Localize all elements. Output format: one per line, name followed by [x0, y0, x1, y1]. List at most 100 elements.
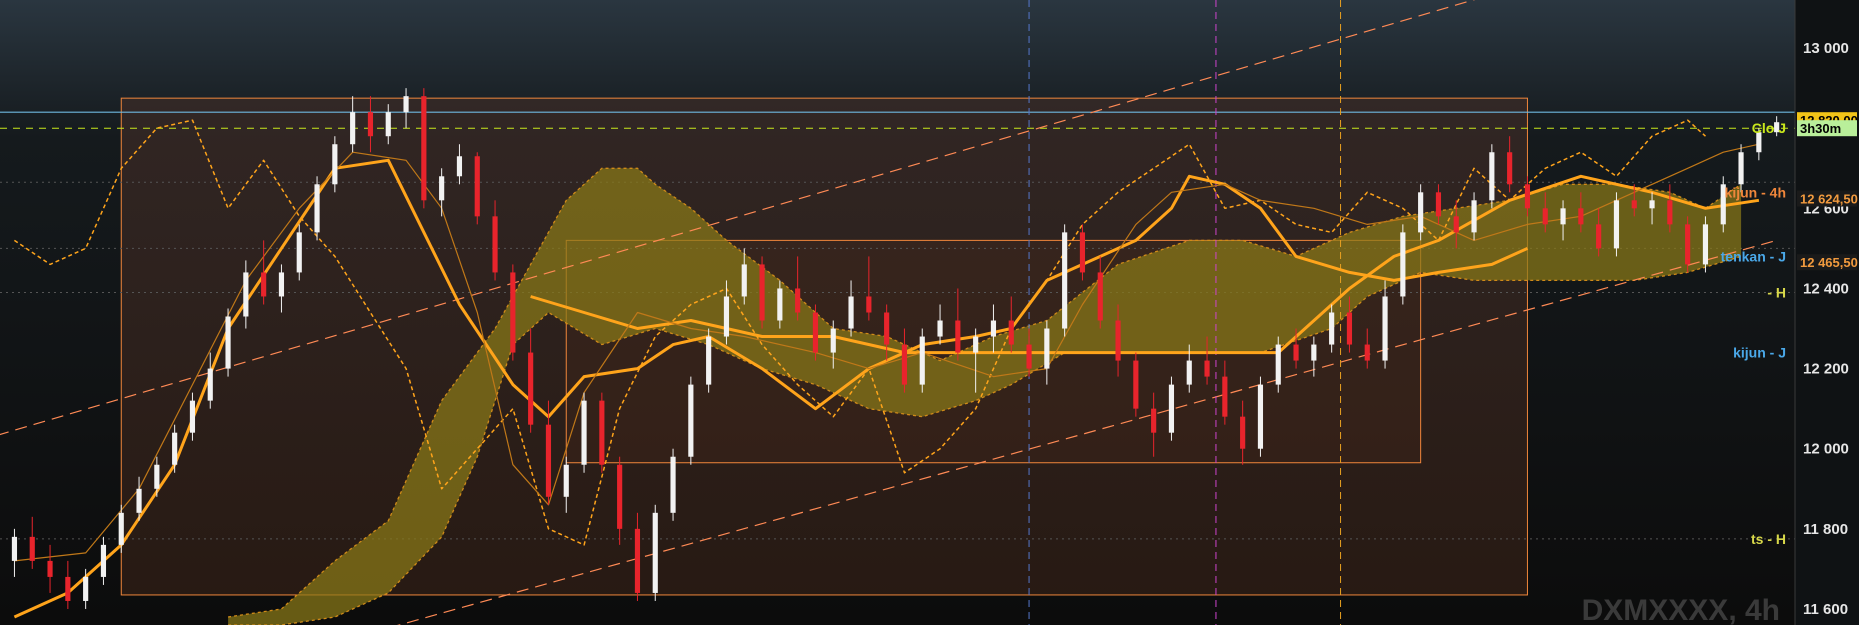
candle-body-76: [1346, 312, 1353, 345]
candle-body-39: [688, 384, 694, 457]
candle-body-9: [154, 464, 160, 489]
candle-body-77: [1364, 344, 1370, 361]
candle-body-51: [901, 344, 908, 385]
price-tag-2: 3h30m: [1800, 121, 1841, 136]
candle-body-23: [403, 96, 409, 113]
candle-body-36: [634, 528, 641, 593]
candle-body-65: [1151, 408, 1157, 433]
candle-body-69: [1222, 376, 1228, 417]
symbol-watermark: DXMXXXX, 4h: [1582, 594, 1780, 625]
candle-body-50: [884, 312, 890, 345]
candle-body-14: [243, 272, 249, 317]
candle-body-10: [172, 432, 178, 465]
candle-body-89: [1578, 208, 1584, 225]
candle-body-83: [1471, 200, 1477, 233]
candle-body-53: [937, 320, 943, 337]
level-label-2: kijun - 4h: [1725, 184, 1786, 200]
candle-body-35: [617, 464, 623, 529]
y-tick-label-7: 11 800: [1803, 521, 1848, 538]
candle-body-29: [510, 272, 516, 353]
candle-body-64: [1133, 360, 1139, 409]
candle-body-4: [65, 576, 71, 601]
candle-body-31: [545, 424, 552, 497]
candle-body-47: [830, 328, 836, 353]
candle-body-26: [456, 156, 463, 177]
candle-body-95: [1685, 224, 1691, 265]
candle-body-98: [1738, 152, 1744, 185]
candle-body-79: [1400, 232, 1406, 297]
candle-body-49: [866, 296, 872, 313]
candle-body-28: [492, 216, 498, 273]
candle-body-86: [1524, 184, 1531, 209]
candle-body-57: [1008, 320, 1014, 345]
candle-body-81: [1435, 192, 1442, 217]
price-tag-4: 12 465,50: [1800, 255, 1858, 270]
candle-body-30: [528, 352, 534, 425]
level-label-1: Clo J: [1752, 120, 1786, 136]
candle-body-55: [973, 336, 979, 353]
candle-body-42: [741, 264, 747, 297]
y-tick-label-1: 13 000: [1803, 40, 1849, 57]
candle-body-92: [1631, 200, 1637, 209]
candle-body-61: [1079, 232, 1086, 273]
candle-body-62: [1097, 272, 1103, 321]
candle-body-11: [189, 400, 196, 433]
candle-body-22: [385, 112, 391, 137]
candle-body-41: [723, 296, 730, 337]
candle-body-73: [1293, 344, 1299, 361]
candle-body-58: [1026, 344, 1032, 369]
candle-body-68: [1204, 360, 1210, 377]
candle-body-90: [1596, 224, 1602, 249]
candle-body-45: [795, 288, 801, 313]
candle-body-20: [350, 112, 356, 145]
candle-body-32: [563, 464, 569, 497]
chart-window: Clo J kijun - 4h tenkan - J - H kijun - J ts …: [0, 0, 1859, 625]
candle-body-38: [670, 456, 676, 513]
candle-body-1: [11, 536, 18, 561]
candle-body-70: [1240, 416, 1246, 449]
candle-body-54: [955, 320, 961, 353]
candle-body-44: [777, 288, 783, 321]
candle-body-27: [474, 156, 480, 217]
candle-body-96: [1702, 224, 1709, 265]
candle-body-80: [1418, 192, 1424, 233]
candle-body-7: [118, 512, 124, 545]
candle-body-74: [1311, 344, 1317, 361]
candle-body-37: [652, 512, 658, 593]
candle-body-63: [1115, 320, 1121, 361]
candle-body-13: [225, 316, 231, 369]
level-label-5: kijun - J: [1733, 345, 1786, 361]
price-tag-3: 12 624,50: [1800, 192, 1858, 207]
candle-body-93: [1649, 200, 1655, 209]
candle-body-66: [1168, 384, 1175, 433]
level-label-6: ts - H: [1751, 531, 1786, 547]
candle-body-6: [100, 544, 107, 577]
candle-body-5: [83, 576, 89, 601]
ichimoku-chart[interactable]: Clo J kijun - 4h tenkan - J - H kijun - J ts …: [0, 0, 1859, 625]
candle-body-91: [1613, 200, 1620, 249]
candle-body-43: [759, 264, 765, 321]
candle-body-19: [332, 144, 338, 185]
candle-body-88: [1560, 208, 1566, 225]
y-tick-label-6: 12 000: [1803, 441, 1849, 458]
candle-body-15: [261, 272, 267, 297]
candle-body-82: [1453, 216, 1459, 233]
candle-body-16: [278, 272, 285, 297]
candle-body-56: [990, 320, 997, 337]
candle-body-46: [812, 312, 819, 353]
candle-body-33: [581, 400, 587, 465]
candle-body-72: [1275, 344, 1281, 385]
candle-body-40: [706, 336, 712, 385]
candle-body-24: [421, 96, 427, 201]
candle-body-94: [1667, 200, 1673, 225]
y-tick-label-5: 12 200: [1803, 361, 1849, 378]
level-label-4: - H: [1767, 284, 1786, 300]
candle-body-18: [314, 184, 320, 233]
candle-body-17: [296, 232, 302, 273]
candle-body-59: [1044, 328, 1050, 369]
level-label-3: tenkan - J: [1721, 248, 1786, 264]
candle-body-21: [367, 112, 374, 137]
candle-body-84: [1489, 152, 1495, 201]
candle-body-52: [919, 336, 925, 385]
candle-body-3: [47, 560, 53, 577]
